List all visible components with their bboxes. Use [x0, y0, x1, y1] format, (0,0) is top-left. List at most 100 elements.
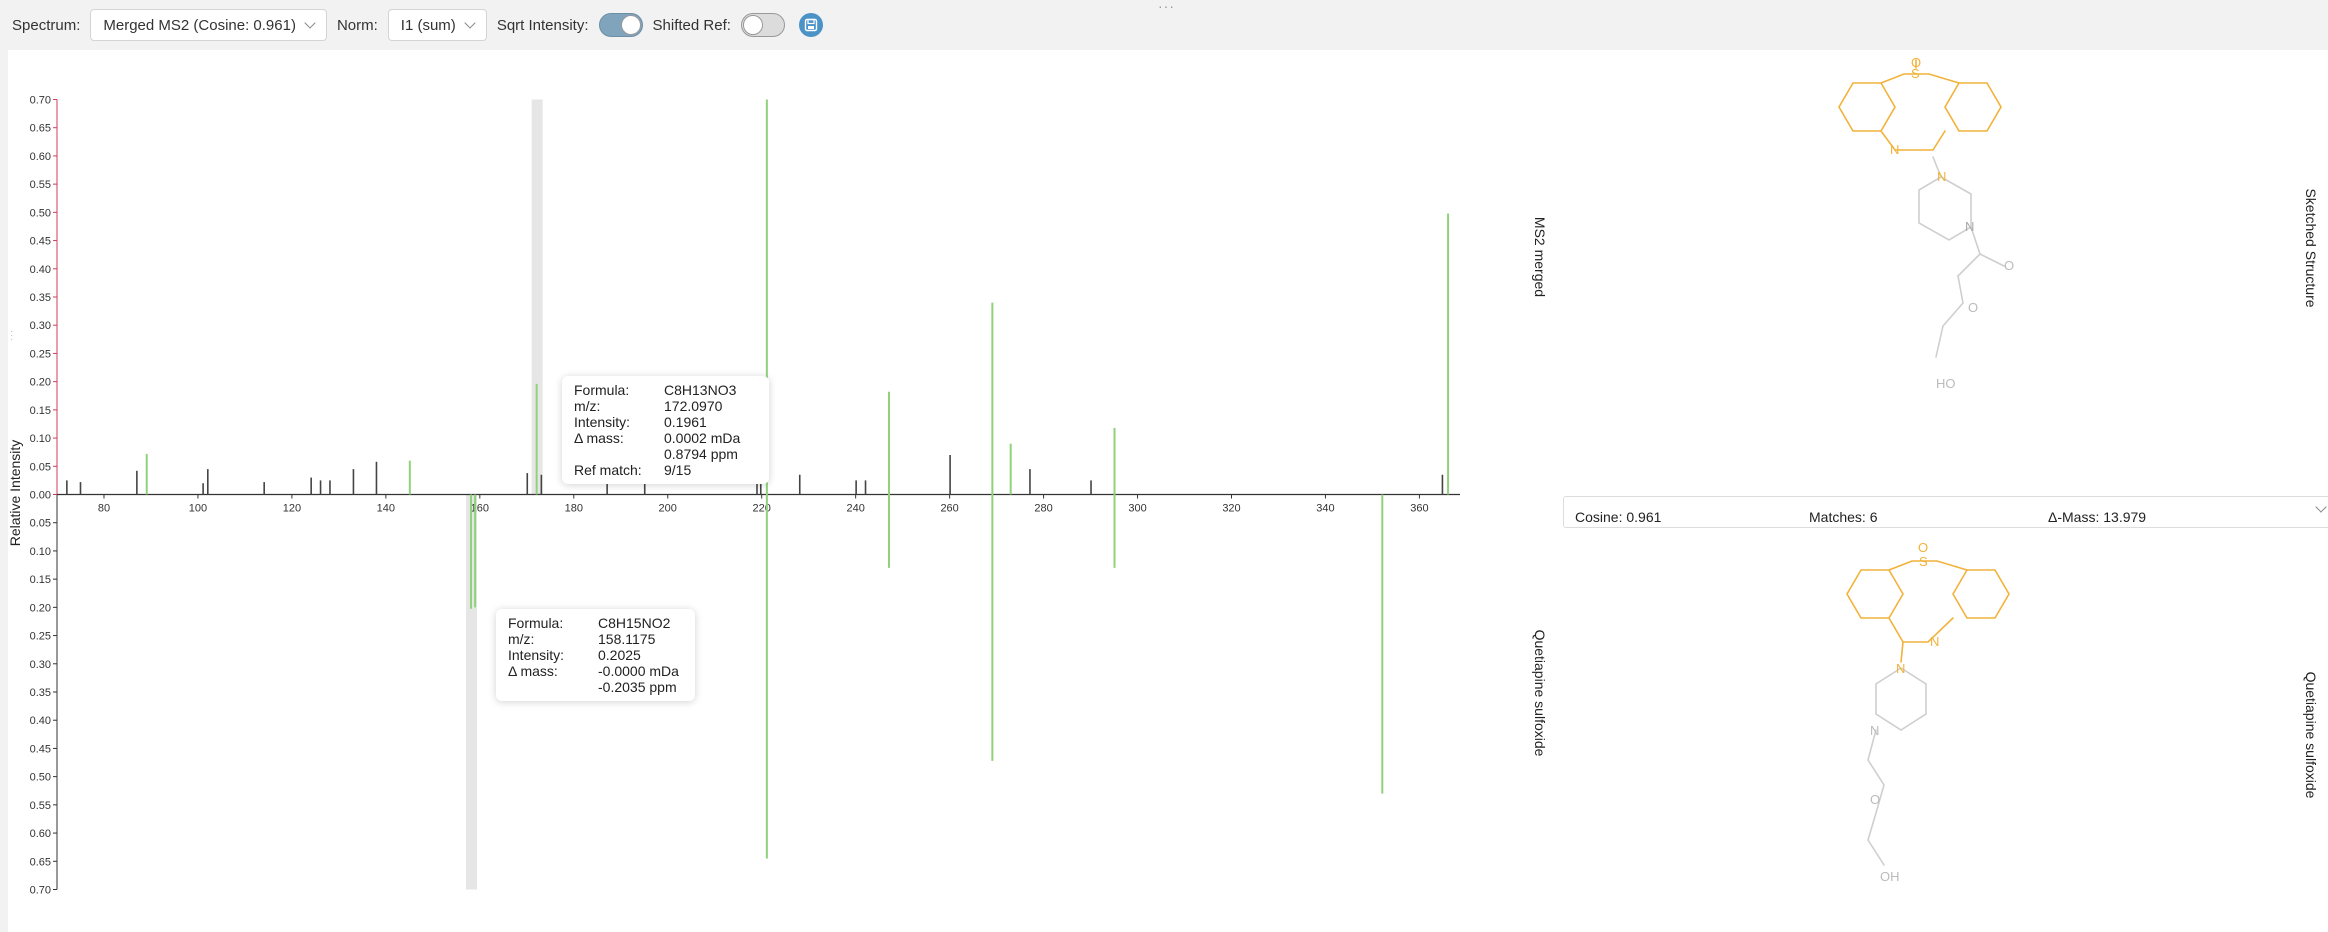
x-tick-label: 120 [283, 503, 301, 515]
ref-atom-n-piperazine: N [1896, 661, 1905, 676]
tooltip-row: Formula: C8H15NO2 [508, 615, 679, 631]
tooltip-row: m/z: 158.1175 [508, 631, 679, 647]
y-tick-label-bottom: 0.05 [30, 518, 51, 530]
y-tick-label-bottom: 0.25 [30, 631, 51, 643]
tooltip-row: Δ mass: -0.0000 mDa [508, 663, 679, 679]
sketched-structure-label: Sketched Structure [2303, 188, 2319, 307]
y-tick-label-bottom: 0.60 [30, 828, 51, 840]
x-tick-label: 160 [471, 503, 489, 515]
tooltip-row: 0.8794 ppm [574, 446, 740, 462]
x-tick-label: 360 [1410, 503, 1428, 515]
shifted-ref-label: Shifted Ref: [652, 16, 731, 34]
drag-handle-icon[interactable]: ··· [1158, 0, 1175, 14]
x-tick-label: 240 [846, 503, 864, 515]
y-tick-label-top: 0.50 [30, 207, 51, 219]
shifted-ref-toggle[interactable] [740, 13, 785, 37]
y-tick-label-top: 0.45 [30, 236, 51, 248]
benzene-ring-right [1944, 82, 2002, 132]
x-tick-label: 300 [1128, 503, 1146, 515]
atom-n2-top: N [1965, 219, 1974, 234]
chevron-down-icon [304, 17, 316, 29]
tooltip-key [574, 446, 664, 462]
y-tick-label-top: 0.55 [30, 179, 51, 191]
x-tick-label: 100 [189, 503, 207, 515]
x-tick-label: 80 [98, 503, 110, 515]
tooltip-value: 0.2025 [598, 647, 641, 663]
y-tick-label-bottom: 0.15 [30, 574, 51, 586]
norm-select[interactable]: I1 (sum) [387, 9, 487, 41]
tooltip-value: C8H13NO3 [664, 382, 737, 398]
y-tick-label-bottom: 0.55 [30, 800, 51, 812]
ref-atom-s: S [1919, 554, 1928, 569]
peak-tooltip-bottom: Formula: C8H15NO2 m/z: 158.1175 Intensity: 0.… [496, 609, 695, 701]
toggle-knob [742, 15, 763, 35]
match-count: Matches: 6 [1809, 509, 1878, 525]
tooltip-row: -0.2035 ppm [508, 679, 679, 695]
sketched-structure [1838, 59, 2005, 358]
delta-mass: Δ-Mass: 13.979 [2048, 509, 2147, 525]
tooltip-value: -0.0000 mDa [598, 663, 679, 679]
spectrum-select[interactable]: Merged MS2 (Cosine: 0.961) [90, 9, 327, 41]
tooltip-value: 0.1961 [664, 414, 707, 430]
tooltip-key: Formula: [508, 615, 564, 631]
y-tick-label-top: 0.25 [30, 348, 51, 360]
tooltip-key: m/z: [508, 631, 535, 647]
norm-select-value: I1 (sum) [400, 16, 456, 34]
spectrum-select-value: Merged MS2 (Cosine: 0.961) [103, 16, 296, 34]
chevron-down-icon[interactable] [2315, 501, 2327, 513]
y-tick-label-top: 0.70 [30, 95, 51, 107]
reference-structure [1846, 560, 2010, 866]
save-icon [804, 18, 818, 32]
y-tick-label-bottom: 0.10 [30, 546, 51, 558]
atom-n-piperazine-top: N [1937, 169, 1946, 184]
x-tick-label: 220 [753, 503, 771, 515]
tooltip-key: Δ mass: [574, 430, 624, 446]
y-tick-label-top: 0.20 [30, 377, 51, 389]
mirror-spectrum-chart: 0.00 0.05 0.05 0.10 0.10 0.15 0.15 0.20 0.20 0.25… [8, 95, 1548, 897]
y-tick-label-top: 0.40 [30, 264, 51, 276]
toolbar: ··· Spectrum: Merged MS2 (Cosine: 0.961)… [0, 0, 2328, 50]
tooltip-value: 172.0970 [664, 398, 723, 414]
tooltip-value: 158.1175 [598, 631, 656, 647]
sqrt-intensity-toggle[interactable] [598, 13, 643, 37]
x-tick-label: 320 [1222, 503, 1240, 515]
y-axis-title: Relative Intensity [8, 440, 23, 547]
y-tick-label-bottom: 0.70 [30, 885, 51, 897]
y-tick-label-bottom: 0.35 [30, 687, 51, 699]
x-tick-label: 180 [565, 503, 583, 515]
peak-tooltip-top: Formula: C8H13NO3 m/z: 172.0970 Intensity: 0.… [562, 376, 769, 484]
ref-benzene-ring-left [1846, 569, 1904, 619]
atom-o-ether-top: O [1968, 300, 1978, 315]
y-tick-label-top: 0.30 [30, 320, 51, 332]
tooltip-value: 0.8794 ppm [664, 446, 738, 462]
ref-atom-n2: N [1870, 723, 1879, 738]
benzene-ring-left [1838, 82, 1896, 132]
tooltip-value: 9/15 [664, 462, 692, 478]
tooltip-row: Ref match: 9/15 [574, 462, 740, 478]
x-tick-label: 340 [1316, 503, 1334, 515]
atom-ho: HO [1936, 376, 1956, 391]
tooltip-row: m/z: 172.0970 [574, 398, 740, 414]
tooltip-value: 0.0002 mDa [664, 430, 741, 446]
y-tick-label-bottom: 0.45 [30, 743, 51, 755]
x-tick-label: 280 [1034, 503, 1052, 515]
atom-n-top: N [1890, 142, 1899, 157]
tooltip-key: m/z: [574, 398, 601, 414]
y-tick-label-bottom: 0.20 [30, 602, 51, 614]
y-tick-label-top: 0.35 [30, 292, 51, 304]
spectrum-label: Spectrum: [12, 16, 81, 34]
tooltip-key: Ref match: [574, 462, 642, 478]
match-summary-bar[interactable]: Cosine: 0.961 Matches: 6 Δ-Mass: 13.979 [1563, 496, 2328, 528]
tooltip-row: Intensity: 0.2025 [508, 647, 679, 663]
x-tick-label: 140 [377, 503, 395, 515]
thiazepine-ring [1880, 73, 1960, 84]
save-button[interactable] [798, 13, 823, 37]
main-panel: · · · 0.00 0.05 0.05 0.10 0.10 0.15 0.15 0.20 0.20… [8, 50, 2328, 932]
piperazine-ring [1918, 176, 1972, 241]
y-tick-label-top: 0.00 [30, 490, 51, 502]
tooltip-key: Δ mass: [508, 663, 558, 679]
ref-atom-o: O [1918, 540, 1928, 555]
ref-piperazine-ring [1875, 667, 1927, 731]
y-tick-label-top: 0.60 [30, 151, 51, 163]
cosine-score: Cosine: 0.961 [1575, 509, 1662, 525]
